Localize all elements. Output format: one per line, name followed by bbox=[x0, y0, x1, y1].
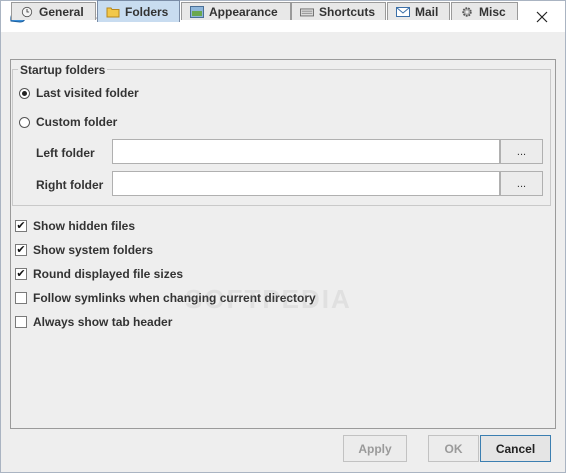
checkbox-box[interactable] bbox=[15, 292, 27, 304]
left-folder-label: Left folder bbox=[36, 146, 95, 160]
checkbox-box[interactable]: ✔ bbox=[15, 244, 27, 256]
tab-label: General bbox=[39, 4, 84, 19]
tab-general[interactable]: General bbox=[11, 2, 96, 20]
gear-icon bbox=[462, 6, 472, 17]
right-folder-browse-button[interactable]: ... bbox=[500, 171, 543, 196]
always-show-tab-header-checkbox[interactable]: Always show tab header bbox=[15, 315, 172, 329]
tab-label: Mail bbox=[415, 4, 439, 19]
checkbox-box[interactable]: ✔ bbox=[15, 220, 27, 232]
round-file-sizes-label: Round displayed file sizes bbox=[33, 267, 184, 281]
round-file-sizes-checkbox[interactable]: ✔ Round displayed file sizes bbox=[15, 267, 183, 281]
radio-indicator[interactable] bbox=[19, 116, 30, 128]
mail-icon bbox=[396, 6, 410, 17]
custom-folder-label: Custom folder bbox=[36, 115, 118, 129]
show-system-folders-label: Show system folders bbox=[33, 243, 154, 257]
apply-button[interactable]: Apply bbox=[343, 435, 407, 462]
custom-folder-radio[interactable]: Custom folder bbox=[19, 115, 117, 129]
tab-label: Misc bbox=[479, 4, 506, 19]
folder-icon bbox=[106, 7, 120, 17]
tab-label: Folders bbox=[125, 4, 169, 19]
last-visited-folder-radio[interactable]: Last visited folder bbox=[19, 86, 139, 100]
tab-label: Appearance bbox=[209, 4, 278, 19]
tab-label: Shortcuts bbox=[319, 4, 376, 19]
tab-appearance[interactable]: Appearance bbox=[181, 2, 291, 20]
tab-folders[interactable]: Folders bbox=[97, 0, 180, 22]
left-folder-input[interactable] bbox=[112, 139, 500, 164]
ok-button[interactable]: OK bbox=[428, 435, 479, 462]
always-show-tab-header-label: Always show tab header bbox=[33, 315, 173, 329]
watermark: SOFTPEDIA bbox=[185, 284, 352, 314]
last-visited-folder-label: Last visited folder bbox=[36, 86, 139, 100]
show-hidden-files-checkbox[interactable]: ✔ Show hidden files bbox=[15, 219, 135, 233]
tab-mail[interactable]: Mail bbox=[387, 2, 450, 20]
startup-folders-title: Startup folders bbox=[18, 63, 108, 77]
tab-misc[interactable]: Misc bbox=[451, 2, 518, 20]
radio-indicator[interactable] bbox=[19, 87, 30, 99]
cancel-button[interactable]: Cancel bbox=[480, 435, 551, 462]
close-button[interactable] bbox=[519, 1, 565, 32]
keyboard-icon bbox=[300, 8, 314, 16]
checkbox-box[interactable]: ✔ bbox=[15, 268, 27, 280]
appearance-icon bbox=[190, 5, 204, 18]
clock-icon bbox=[21, 6, 33, 17]
left-folder-browse-button[interactable]: ... bbox=[500, 139, 543, 164]
close-icon bbox=[536, 11, 548, 22]
show-system-folders-checkbox[interactable]: ✔ Show system folders bbox=[15, 243, 153, 257]
right-folder-label: Right folder bbox=[36, 178, 104, 192]
checkbox-box[interactable] bbox=[15, 316, 27, 328]
tab-shortcuts[interactable]: Shortcuts bbox=[291, 2, 386, 20]
show-hidden-files-label: Show hidden files bbox=[33, 219, 136, 233]
right-folder-input[interactable] bbox=[112, 171, 500, 196]
